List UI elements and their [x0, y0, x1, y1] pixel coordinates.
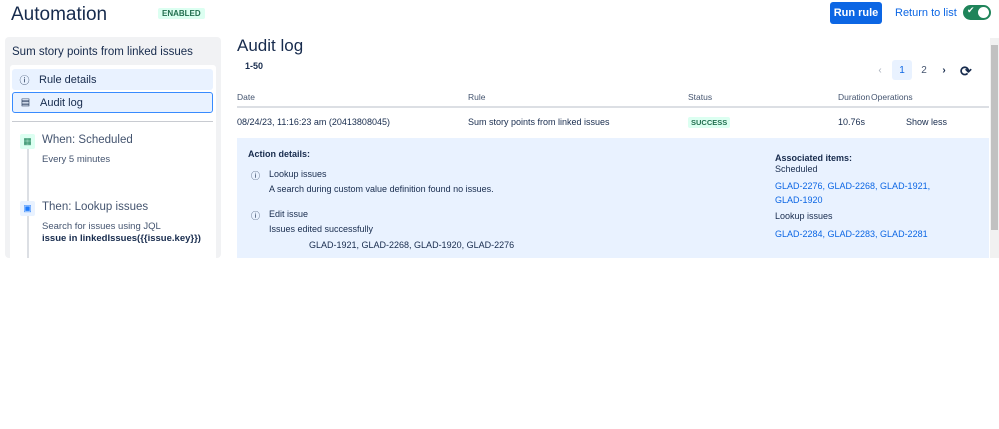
info-icon: ⓘ	[251, 171, 261, 181]
col-rule: Rule	[468, 92, 486, 102]
trigger-title[interactable]: When: Scheduled	[42, 134, 133, 146]
col-duration: Duration	[838, 92, 871, 102]
nav-label: Rule details	[39, 73, 97, 86]
run-rule-button[interactable]: Run rule	[830, 2, 882, 24]
divider	[12, 121, 213, 122]
associated-group-label: Lookup issues	[775, 211, 833, 221]
status-badge: ENABLED	[158, 8, 205, 19]
trigger-sub: Every 5 minutes	[42, 154, 111, 165]
return-to-list-link[interactable]: Return to list	[895, 7, 957, 19]
refresh-icon[interactable]: ⟳	[960, 63, 972, 80]
page-title: Automation	[11, 4, 108, 25]
jql-query: issue in linkedIssues({{issue.key}})	[42, 233, 201, 244]
issue-links[interactable]: GLAD-1920	[775, 195, 823, 205]
col-date: Date	[237, 92, 255, 102]
sidebar-item-rule-details[interactable]: ⓘ Rule details	[12, 69, 213, 90]
action-name: Lookup issues	[269, 169, 327, 179]
scrollbar-thumb[interactable]	[991, 45, 998, 230]
lookup-icon: ▣	[20, 201, 35, 216]
issue-links[interactable]: GLAD-2284, GLAD-2283, GLAD-2281	[775, 229, 928, 239]
associated-group-label: Scheduled	[775, 164, 818, 174]
row-rule: Sum story points from linked issues	[468, 117, 610, 127]
action-message: A search during custom value definition …	[269, 184, 494, 194]
action-sub: Search for issues using JQL	[42, 221, 161, 232]
chevron-left-icon[interactable]: ‹	[870, 60, 890, 80]
header-divider	[237, 106, 989, 108]
result-range: 1-50	[245, 61, 264, 71]
sidebar-item-audit-log[interactable]: ▤ Audit log	[12, 92, 213, 113]
action-name: Edit issue	[269, 209, 309, 219]
sidebar: Sum story points from linked issues ⓘ Rul…	[5, 37, 221, 258]
pagination: ‹ 1 2 ›	[870, 60, 954, 80]
page-2[interactable]: 2	[914, 60, 934, 80]
scrollbar[interactable]	[990, 38, 999, 258]
audit-log-title: Audit log	[237, 36, 304, 55]
info-icon: ⓘ	[251, 211, 261, 221]
calendar-icon: ▦	[20, 134, 35, 149]
action-details-panel: Action details: ⓘ Lookup issues A search…	[237, 138, 989, 258]
info-icon: ⓘ	[19, 76, 30, 87]
document-icon: ▤	[20, 97, 31, 108]
rule-name: Sum story points from linked issues	[12, 46, 193, 58]
enable-toggle[interactable]: ✔	[963, 5, 991, 20]
action-details-heading: Action details:	[248, 149, 311, 159]
col-status: Status	[688, 92, 713, 102]
action-title[interactable]: Then: Lookup issues	[42, 201, 148, 213]
page-1[interactable]: 1	[892, 60, 912, 80]
show-less-button[interactable]: Show less	[906, 117, 947, 127]
col-operations: Operations	[871, 92, 913, 102]
success-badge: SUCCESS	[688, 117, 731, 128]
associated-heading: Associated items:	[775, 153, 853, 163]
check-icon: ✔	[967, 5, 975, 15]
row-date: 08/24/23, 11:16:23 am (20413808045)	[237, 117, 390, 127]
action-message: Issues edited successfully	[269, 224, 374, 234]
row-duration: 10.76s	[838, 117, 866, 127]
nav-label: Audit log	[40, 96, 83, 109]
issue-links[interactable]: GLAD-2276, GLAD-2268, GLAD-1921,	[775, 181, 930, 191]
edited-issues: GLAD-1921, GLAD-2268, GLAD-1920, GLAD-22…	[309, 240, 515, 250]
chevron-right-icon[interactable]: ›	[934, 60, 954, 80]
